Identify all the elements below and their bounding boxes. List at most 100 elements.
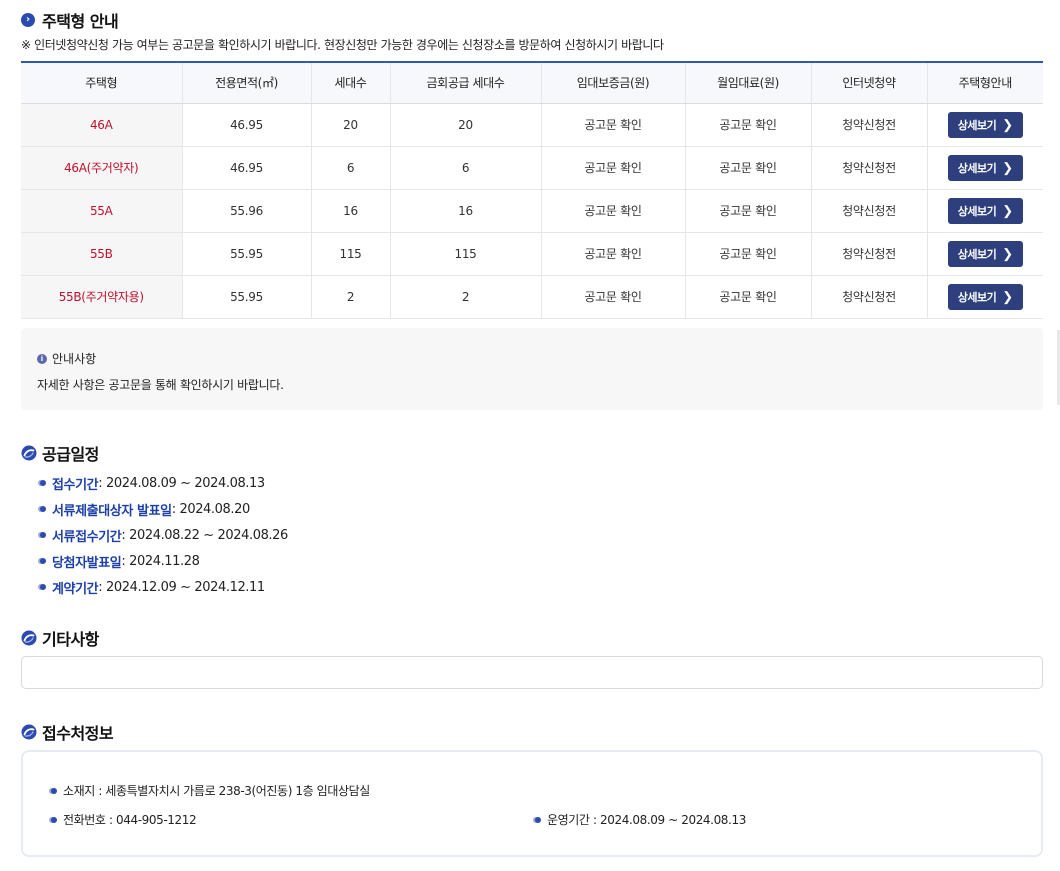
col-header-guide: 주택형안내: [926, 62, 1043, 104]
chevron-right-icon: ❯: [1002, 289, 1013, 304]
cell-supply: 6: [389, 146, 541, 190]
info-text: 자세한 사항은 공고문을 통해 확인하시기 바랍니다.: [37, 378, 284, 392]
chevron-right-icon: ❯: [1002, 117, 1013, 132]
office-info-box: 소재지 : 세종특별자치시 가름로 238-3(어진동) 1층 임대상담실 전화…: [21, 750, 1043, 857]
cell-area: 46.95: [181, 146, 311, 190]
cell-guide: 상세보기 ❯: [926, 232, 1043, 276]
schedule-value: : 2024.12.09 ~ 2024.12.11: [98, 579, 265, 595]
cell-online: 청약신청전: [810, 232, 927, 276]
cell-rent: 공고문 확인: [684, 189, 811, 233]
housing-section-title: › 주택형 안내: [21, 8, 119, 32]
bullet-icon: [40, 532, 46, 538]
schedule-value: : 2024.11.28: [121, 553, 200, 569]
cell-area: 55.96: [181, 189, 311, 233]
detail-button-label: 상세보기: [957, 119, 997, 132]
cell-type: 55B(주거약자용): [21, 275, 182, 319]
cell-deposit: 공고문 확인: [540, 232, 685, 276]
cell-guide: 상세보기 ❯: [926, 146, 1043, 190]
office-hours: 운영기간 : 2024.08.09 ~ 2024.08.13: [535, 811, 746, 828]
col-header-deposit: 임대보증금(원): [540, 62, 685, 104]
cell-guide: 상세보기 ❯: [926, 103, 1043, 147]
table-row: 55B 55.95 115 115 공고문 확인 공고문 확인 청약신청전 상세…: [21, 232, 1043, 276]
cell-rent: 공고문 확인: [684, 232, 811, 276]
office-section-title: 접수처정보: [21, 720, 114, 744]
schedule-section-title: 공급일정: [21, 441, 99, 465]
swirl-icon: [21, 724, 37, 740]
chevron-right-icon: ❯: [1002, 246, 1013, 261]
cell-online: 청약신청전: [810, 146, 927, 190]
bullet-icon: [40, 506, 46, 512]
detail-button[interactable]: 상세보기 ❯: [947, 197, 1023, 224]
info-icon: i: [37, 353, 47, 364]
housing-table: 주택형 전용면적(㎡) 세대수 금회공급 세대수 임대보증금(원) 월임대료(원…: [21, 61, 1043, 319]
bullet-icon: [40, 558, 46, 564]
schedule-label: 계약기간: [52, 581, 99, 597]
cell-type: 55A: [21, 189, 182, 233]
info-box: i 안내사항 자세한 사항은 공고문을 통해 확인하시기 바랍니다.: [21, 328, 1043, 410]
cell-online: 청약신청전: [810, 275, 927, 319]
detail-button[interactable]: 상세보기 ❯: [947, 154, 1023, 181]
detail-button-label: 상세보기: [957, 291, 997, 304]
cell-rent: 공고문 확인: [684, 275, 811, 319]
cell-units: 6: [310, 146, 390, 190]
cell-guide: 상세보기 ❯: [926, 189, 1043, 233]
cell-units: 2: [310, 275, 390, 319]
chevron-right-icon: ❯: [1002, 203, 1013, 218]
swirl-icon: [21, 630, 37, 646]
table-row: 46A(주거약자) 46.95 6 6 공고문 확인 공고문 확인 청약신청전 …: [21, 146, 1043, 190]
cell-online: 청약신청전: [810, 189, 927, 233]
bullet-icon: [51, 787, 57, 794]
cell-supply: 115: [389, 232, 541, 276]
schedule-value: : 2024.08.09 ~ 2024.08.13: [98, 475, 265, 491]
cell-units: 115: [310, 232, 390, 276]
schedule-value: : 2024.08.20: [171, 501, 251, 517]
cell-deposit: 공고문 확인: [540, 275, 685, 319]
cell-units: 16: [310, 189, 390, 233]
cell-rent: 공고문 확인: [684, 103, 811, 147]
etc-content-box: [21, 656, 1043, 689]
cell-deposit: 공고문 확인: [540, 189, 685, 233]
col-header-type: 주택형: [21, 62, 182, 104]
cell-supply: 16: [389, 189, 541, 233]
col-header-area: 전용면적(㎡): [181, 62, 311, 104]
table-row: 55B(주거약자용) 55.95 2 2 공고문 확인 공고문 확인 청약신청전…: [21, 275, 1043, 319]
chevron-right-icon: ❯: [1002, 160, 1013, 175]
detail-button[interactable]: 상세보기 ❯: [947, 283, 1023, 310]
bullet-icon: [40, 480, 46, 486]
cell-rent: 공고문 확인: [684, 146, 811, 190]
detail-button-label: 상세보기: [957, 162, 997, 175]
cell-area: 55.95: [181, 275, 311, 319]
list-item: 접수기간 : 2024.08.09 ~ 2024.08.13: [40, 470, 288, 496]
chevron-right-circle-icon: ›: [21, 13, 35, 27]
office-phone: 전화번호 : 044-905-1212: [51, 811, 197, 828]
info-title: 안내사항: [52, 352, 97, 366]
info-header: i 안내사항: [37, 350, 96, 367]
cell-guide: 상세보기 ❯: [926, 275, 1043, 319]
schedule-label: 서류제출대상자 발표일: [52, 503, 172, 519]
cell-supply: 2: [389, 275, 541, 319]
schedule-label: 접수기간: [52, 477, 99, 493]
col-header-supply: 금회공급 세대수: [389, 62, 541, 104]
cell-units: 20: [310, 103, 390, 147]
office-address: 소재지 : 세종특별자치시 가름로 238-3(어진동) 1층 임대상담실: [51, 782, 370, 799]
bullet-icon: [535, 816, 541, 823]
bullet-icon: [51, 816, 57, 823]
cell-deposit: 공고문 확인: [540, 146, 685, 190]
swirl-icon: [21, 445, 37, 461]
list-item: 서류제출대상자 발표일 : 2024.08.20: [40, 496, 288, 522]
etc-section-title: 기타사항: [21, 626, 99, 650]
cell-area: 55.95: [181, 232, 311, 276]
detail-button-label: 상세보기: [957, 248, 997, 261]
table-header-row: 주택형 전용면적(㎡) 세대수 금회공급 세대수 임대보증금(원) 월임대료(원…: [21, 62, 1043, 104]
schedule-value: : 2024.08.22 ~ 2024.08.26: [121, 527, 288, 543]
cell-type: 55B: [21, 232, 182, 276]
detail-button[interactable]: 상세보기 ❯: [947, 111, 1023, 138]
housing-notice: ※ 인터넷청약신청 가능 여부는 공고문을 확인하시기 바랍니다. 현장신청만 …: [21, 38, 664, 52]
schedule-label: 당첨자발표일: [52, 555, 122, 571]
table-row: 46A 46.95 20 20 공고문 확인 공고문 확인 청약신청전 상세보기…: [21, 103, 1043, 147]
cell-deposit: 공고문 확인: [540, 103, 685, 147]
col-header-rent: 월임대료(원): [684, 62, 811, 104]
list-item: 서류접수기간 : 2024.08.22 ~ 2024.08.26: [40, 522, 288, 548]
detail-button[interactable]: 상세보기 ❯: [947, 240, 1023, 267]
schedule-label: 서류접수기간: [52, 529, 122, 545]
